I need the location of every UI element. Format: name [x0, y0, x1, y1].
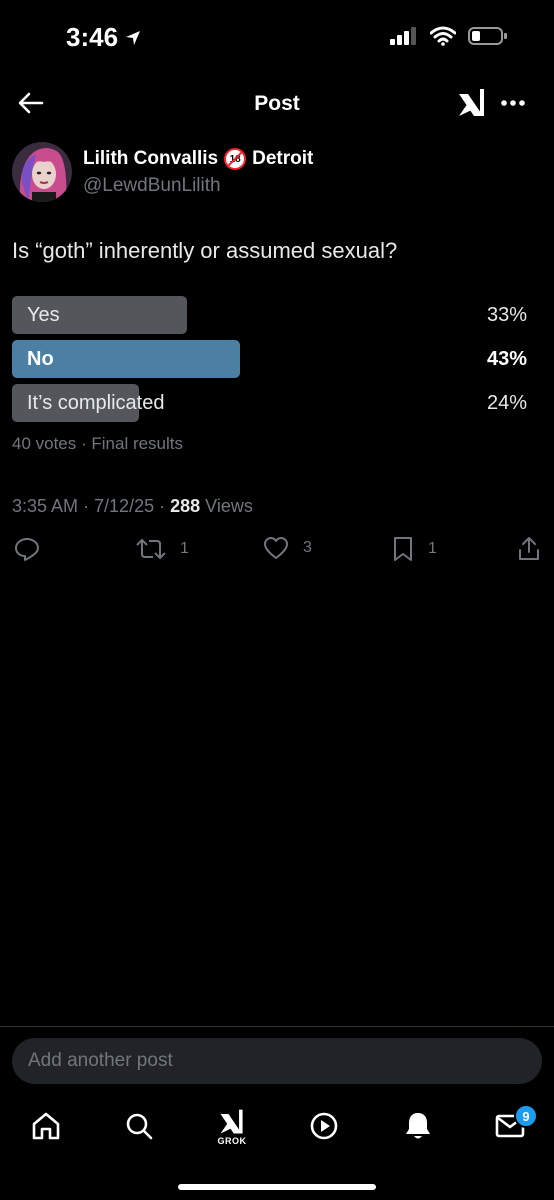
reply-button[interactable]	[14, 536, 40, 562]
repost-count: 1	[180, 540, 189, 557]
reply-composer[interactable]: Add another post	[12, 1038, 542, 1084]
heart-icon	[264, 537, 288, 559]
battery-icon	[468, 27, 507, 45]
post-text: Is “goth” inherently or assumed sexual?	[12, 238, 398, 263]
share-icon	[519, 537, 539, 560]
tab-notifications[interactable]	[398, 1106, 438, 1146]
bell-icon	[406, 1113, 430, 1139]
like-button[interactable]: 3	[263, 536, 312, 560]
more-options-button[interactable]	[498, 86, 528, 120]
poll-results-meta: 40 votes · Final results	[12, 434, 184, 453]
author-name[interactable]: Lilith Convallis 18 Detroit	[83, 148, 313, 170]
author-location: Detroit	[252, 148, 314, 169]
poll-option-no: No	[27, 348, 54, 370]
search-icon	[126, 1113, 153, 1140]
play-icon	[310, 1112, 338, 1140]
grok-icon	[459, 89, 484, 116]
poll-percent-yes: 33%	[486, 304, 527, 326]
messages-badge: 9	[514, 1104, 538, 1128]
avatar-image	[12, 142, 72, 202]
composer-placeholder: Add another post	[28, 1050, 173, 1071]
bookmark-button[interactable]: 1	[392, 536, 437, 562]
grok-button[interactable]	[456, 86, 488, 120]
tab-search[interactable]	[119, 1106, 159, 1146]
reply-icon	[15, 538, 39, 561]
top-navigation: Post	[0, 72, 554, 132]
more-icon	[501, 100, 525, 106]
home-indicator	[178, 1184, 376, 1190]
home-icon	[32, 1112, 60, 1140]
views-count[interactable]: 288	[170, 496, 200, 516]
grok-tab-label: GROK	[217, 1136, 247, 1146]
share-button[interactable]	[517, 536, 541, 562]
location-arrow-icon	[126, 30, 141, 45]
divider	[0, 1026, 554, 1027]
bookmark-count: 1	[428, 540, 437, 557]
author-name-text: Lilith Convallis	[83, 148, 219, 169]
avatar[interactable]	[12, 142, 72, 202]
status-time: 3:46	[66, 22, 142, 53]
post-timestamp: 3:35 AM · 7/12/25 · 288 Views	[12, 496, 253, 517]
views-label: Views	[200, 496, 253, 516]
bookmark-icon	[394, 537, 412, 561]
adult-content-icon: 18	[224, 148, 247, 170]
repost-icon	[136, 538, 166, 560]
cellular-signal-icon	[390, 27, 416, 45]
timestamp-text: 3:35 AM · 7/12/25 ·	[12, 496, 171, 516]
author-handle[interactable]: @LewdBunLilith	[83, 175, 221, 197]
repost-button[interactable]: 1	[136, 536, 189, 562]
poll-option-yes: Yes	[27, 304, 60, 326]
poll-option-complicated: It’s complicated	[27, 392, 165, 414]
wifi-icon	[430, 26, 456, 46]
status-indicators	[390, 26, 508, 46]
grok-icon	[220, 1109, 243, 1134]
status-time-text: 3:46	[66, 22, 119, 52]
post-actions: 1 3 1	[0, 536, 554, 566]
tab-home[interactable]	[26, 1106, 66, 1146]
tab-video[interactable]	[304, 1106, 344, 1146]
poll-percent-no: 43%	[486, 348, 527, 370]
poll-percent-complicated: 24%	[486, 392, 527, 414]
like-count: 3	[303, 539, 312, 556]
